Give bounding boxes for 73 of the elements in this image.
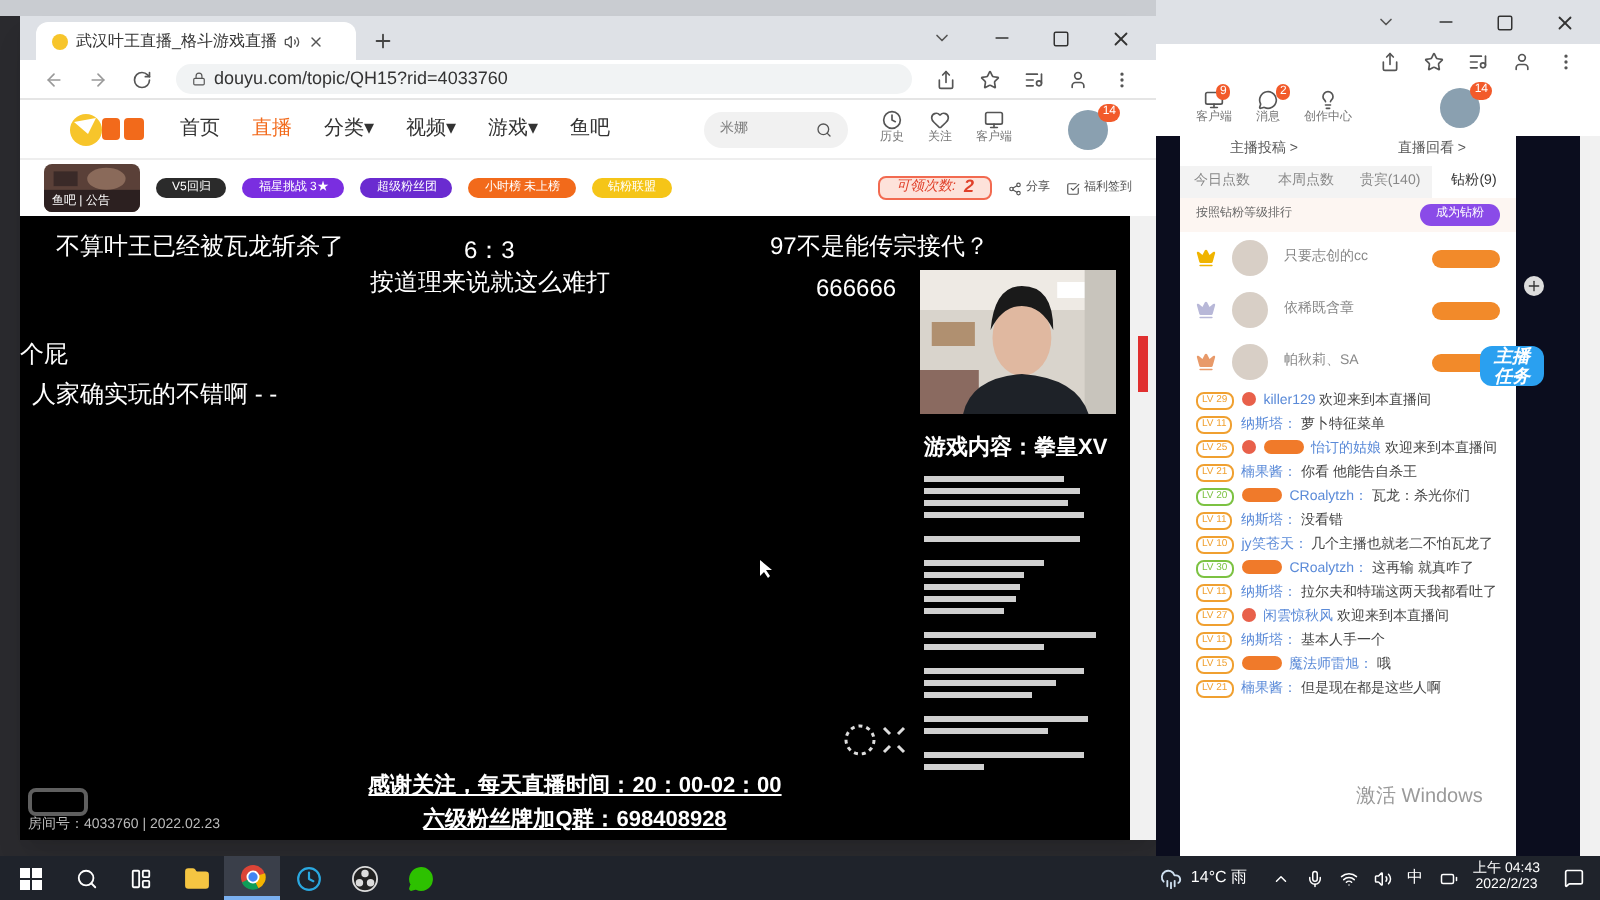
- volume-icon[interactable]: [1373, 869, 1392, 887]
- logo-icon[interactable]: [68, 109, 148, 149]
- search-icon[interactable]: [816, 121, 832, 137]
- address-bar[interactable]: douyu.com/topic/QH15?rid=4033760: [176, 64, 912, 94]
- share-icon[interactable]: [1380, 52, 1400, 72]
- maximize-icon[interactable]: [1052, 29, 1070, 47]
- heart-icon[interactable]: [930, 110, 950, 130]
- danmaku-text: 6：3: [464, 234, 515, 268]
- nav-link[interactable]: 游戏▾: [488, 114, 538, 144]
- back-icon[interactable]: [44, 69, 64, 89]
- nav-link[interactable]: 鱼吧: [570, 114, 610, 144]
- checkbox-icon[interactable]: [1066, 181, 1080, 195]
- fan-badge-icon: [1432, 249, 1500, 267]
- avatar[interactable]: [1440, 88, 1480, 128]
- reload-icon[interactable]: [132, 69, 152, 89]
- mic-icon[interactable]: [1305, 869, 1324, 887]
- restore-icon[interactable]: [1496, 13, 1514, 31]
- cursor-icon: [760, 560, 772, 578]
- weather-icon[interactable]: [1160, 867, 1183, 889]
- clock-icon[interactable]: [882, 110, 902, 130]
- close-icon[interactable]: [1110, 27, 1132, 49]
- bookmark-icon[interactable]: [1424, 52, 1444, 72]
- taskbar-app-icon[interactable]: [224, 856, 280, 900]
- weather-text[interactable]: 14°C 雨: [1190, 866, 1248, 890]
- profile-icon[interactable]: [1512, 52, 1532, 72]
- fan-badge-icon: [1241, 656, 1282, 670]
- close-icon[interactable]: [308, 33, 325, 49]
- battery-icon[interactable]: [1439, 869, 1458, 887]
- host-badge-icon: [1241, 608, 1256, 622]
- forward-icon[interactable]: [88, 69, 108, 89]
- notification-icon[interactable]: [1564, 868, 1584, 888]
- speaker-icon[interactable]: [284, 33, 301, 49]
- media-icon[interactable]: [1024, 69, 1044, 89]
- browser-tab[interactable]: 武汉叶王直播_格斗游戏直播: [36, 22, 356, 60]
- game-caption: 游戏内容：拳皇XV: [924, 433, 1108, 464]
- bookmark-icon[interactable]: [980, 69, 1000, 89]
- input-method[interactable]: 中: [1407, 866, 1424, 890]
- scrollbar[interactable]: [1580, 136, 1600, 856]
- host-badge-icon: [1241, 440, 1256, 454]
- fan-badge-icon: [1263, 440, 1304, 454]
- activation-notice: 激活 Windows: [1356, 784, 1483, 812]
- danmaku-text: 个屁: [20, 338, 68, 372]
- danmaku-text: 不算叶王已经被瓦龙斩杀了: [56, 230, 344, 264]
- stream-notice: 感谢关注，每天直播时间：20：00-02：00: [368, 771, 782, 802]
- nav-link[interactable]: 分类▾: [324, 114, 374, 144]
- fan-badge-icon: [1432, 301, 1500, 319]
- tab-title: 武汉叶王直播_格斗游戏直播: [76, 29, 277, 53]
- host-badge-icon: [1241, 392, 1256, 406]
- message-icon[interactable]: [1258, 89, 1278, 109]
- danmaku-text: 按道理来说就这么难打: [370, 266, 610, 300]
- add-button[interactable]: [1524, 276, 1544, 296]
- loading-spinner-icon: [840, 720, 908, 760]
- share-icon[interactable]: [1008, 181, 1022, 195]
- monitor-icon[interactable]: [984, 110, 1004, 130]
- network-icon[interactable]: [1339, 869, 1358, 887]
- task-view-icon[interactable]: [130, 867, 152, 889]
- share-icon[interactable]: [936, 69, 956, 89]
- nav-link[interactable]: 首页: [180, 114, 220, 144]
- scrollbar[interactable]: [1130, 216, 1156, 840]
- fan-badge-icon: [1241, 560, 1282, 574]
- danmaku-text: 97不是能传宗接代？: [770, 230, 989, 264]
- monitor-icon[interactable]: [1204, 89, 1224, 109]
- danmaku-text: 666666: [816, 272, 897, 306]
- stream-notice: 六级粉丝牌加Q群：698408928: [423, 805, 727, 835]
- favicon-icon: [52, 33, 68, 49]
- new-tab-icon[interactable]: [372, 30, 394, 52]
- fan-badge-icon: [1241, 488, 1282, 502]
- close-icon[interactable]: [1554, 11, 1576, 33]
- media-icon[interactable]: [1468, 52, 1488, 72]
- profile-icon[interactable]: [1068, 69, 1088, 89]
- lightbulb-icon[interactable]: [1318, 89, 1338, 109]
- nav-link[interactable]: 视频▾: [406, 114, 456, 144]
- danmaku-text: 人家确实玩的不错啊 - -: [32, 378, 278, 412]
